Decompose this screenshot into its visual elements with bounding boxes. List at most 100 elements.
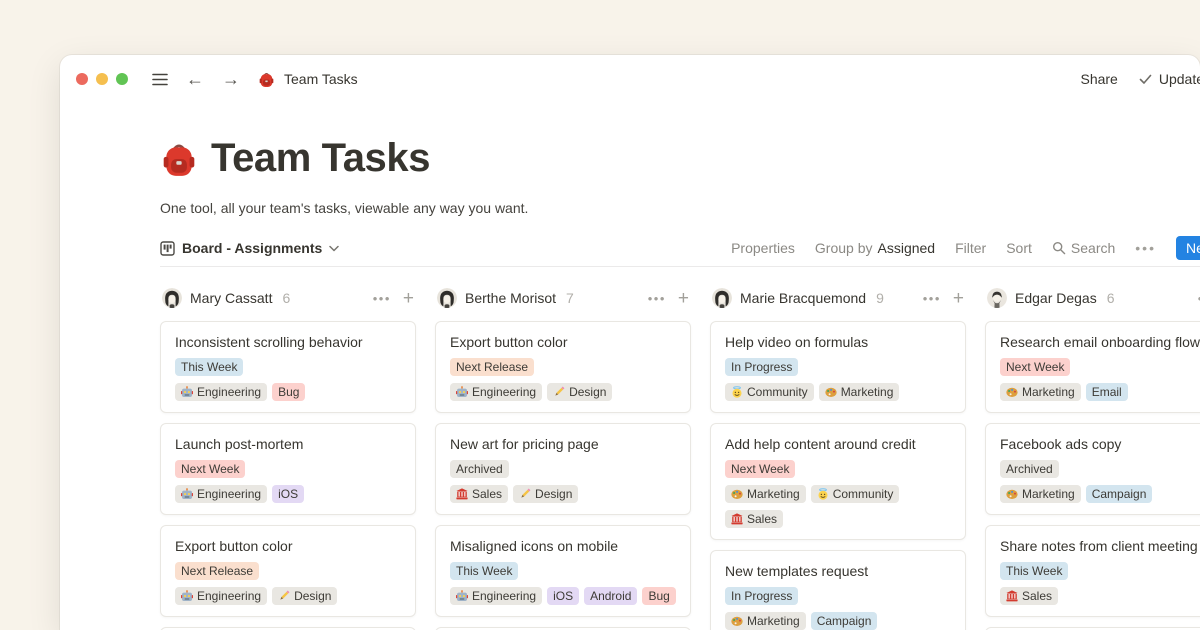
tag: Marketing: [1000, 485, 1081, 503]
tag: Bug: [642, 587, 675, 605]
group-by-button[interactable]: Group by Assigned: [815, 240, 935, 256]
palette-icon: [1006, 386, 1018, 398]
window-topbar: ← → Team Tasks Share Updates: [60, 55, 1200, 103]
forward-arrow-icon[interactable]: →: [222, 70, 240, 88]
board-view-icon: [160, 241, 175, 256]
pencil-icon: [553, 386, 565, 398]
tag-row: SalesDesign: [450, 485, 676, 503]
back-arrow-icon[interactable]: ←: [186, 70, 204, 88]
minimize-window-icon[interactable]: [96, 73, 108, 85]
kanban-card[interactable]: Inconsistent scrolling behaviorThis Week…: [160, 321, 416, 413]
tag-row: Marketing Community: [725, 485, 951, 503]
tag: Engineering: [175, 587, 267, 605]
page-heading: Team Tasks: [160, 136, 1200, 181]
kanban-card[interactable]: Export button colorNext ReleaseEngineeri…: [160, 525, 416, 617]
halo-face-icon: [817, 488, 829, 500]
tag-label: Marketing: [747, 486, 800, 502]
search-button[interactable]: Search: [1052, 240, 1115, 256]
search-icon: [1052, 241, 1066, 255]
tag: Community: [725, 383, 814, 401]
board-column: Marie Bracquemond9•••+Help video on form…: [710, 287, 966, 630]
tag-label: Archived: [456, 461, 503, 477]
close-window-icon[interactable]: [76, 73, 88, 85]
tag-label: This Week: [456, 563, 512, 579]
portrait-woman-icon: [437, 288, 457, 308]
column-count: 6: [282, 290, 290, 306]
tag-row: Archived: [1000, 460, 1200, 478]
palette-icon: [1006, 488, 1018, 500]
add-card-icon[interactable]: +: [403, 289, 414, 308]
portrait-woman-icon: [712, 288, 732, 308]
tag-label: Design: [294, 588, 331, 604]
kanban-card[interactable]: Facebook ads copyArchivedMarketingCampai…: [985, 423, 1200, 515]
tag: In Progress: [725, 358, 798, 376]
view-switcher[interactable]: Board - Assignments: [160, 240, 339, 256]
board-column: Berthe Morisot7•••+Export button colorNe…: [435, 287, 691, 630]
tag-label: This Week: [1006, 563, 1062, 579]
kanban-card[interactable]: Help video on formulasIn ProgressCommuni…: [710, 321, 966, 413]
column-count: 7: [566, 290, 574, 306]
kanban-card[interactable]: Research email onboarding flowsNext Week…: [985, 321, 1200, 413]
tag: Engineering: [450, 383, 542, 401]
tag-label: Next Week: [1006, 359, 1064, 375]
kanban-card[interactable]: Add help content around creditNext WeekM…: [710, 423, 966, 540]
pencil-icon: [278, 590, 290, 602]
updates-button[interactable]: Updates: [1138, 71, 1200, 87]
tag-label: Engineering: [472, 384, 536, 400]
tag: iOS: [547, 587, 579, 605]
tag-row: CommunityMarketing: [725, 383, 951, 401]
maximize-window-icon[interactable]: [116, 73, 128, 85]
share-button[interactable]: Share: [1080, 71, 1117, 87]
column-more-icon[interactable]: •••: [648, 291, 666, 306]
tag-label: Community: [747, 384, 808, 400]
tag: Marketing: [725, 485, 806, 503]
column-more-icon[interactable]: •••: [373, 291, 391, 306]
tag: This Week: [175, 358, 243, 376]
tag: Sales: [450, 485, 508, 503]
new-button[interactable]: New: [1176, 236, 1200, 260]
kanban-card[interactable]: Launch post-mortemNext WeekEngineeringiO…: [160, 423, 416, 515]
tag-row: Next Release: [175, 562, 401, 580]
kanban-card[interactable]: New art for pricing pageArchivedSalesDes…: [435, 423, 691, 515]
card-title: Launch post-mortem: [175, 435, 401, 453]
chevron-down-icon: [329, 245, 339, 252]
tag-label: Community: [833, 486, 894, 502]
tag: This Week: [1000, 562, 1068, 580]
sort-button[interactable]: Sort: [1006, 240, 1032, 256]
board-column-header: Mary Cassatt6•••+: [160, 287, 416, 309]
robot-icon: [456, 590, 468, 602]
avatar: [162, 288, 182, 308]
tag: Design: [547, 383, 612, 401]
traffic-lights: [76, 73, 128, 85]
add-card-icon[interactable]: +: [953, 289, 964, 308]
group-by-prefix: Group by: [815, 240, 873, 256]
filter-button[interactable]: Filter: [955, 240, 986, 256]
kanban-card[interactable]: Share notes from client meetingThis Week…: [985, 525, 1200, 617]
palette-icon: [825, 386, 837, 398]
tag-label: Marketing: [747, 613, 800, 629]
tag-row: EngineeringBug: [175, 383, 401, 401]
robot-icon: [181, 386, 193, 398]
add-card-icon[interactable]: +: [678, 289, 689, 308]
tag-label: Sales: [747, 511, 777, 527]
tag: Engineering: [175, 383, 267, 401]
tag-label: Next Week: [731, 461, 789, 477]
tag-label: Sales: [1022, 588, 1052, 604]
column-name: Marie Bracquemond: [740, 290, 866, 306]
card-title: Misaligned icons on mobile: [450, 537, 676, 555]
kanban-card[interactable]: Misaligned icons on mobileThis WeekEngin…: [435, 525, 691, 617]
properties-button[interactable]: Properties: [731, 240, 795, 256]
notion-window: ← → Team Tasks Share Updates Team Tasks …: [60, 55, 1200, 630]
tag-label: Next Release: [181, 563, 253, 579]
card-list: Export button colorNext ReleaseEngineeri…: [435, 321, 691, 630]
tag-row: Archived: [450, 460, 676, 478]
column-count: 6: [1107, 290, 1115, 306]
more-options-icon[interactable]: •••: [1135, 240, 1156, 256]
kanban-card[interactable]: New templates requestIn ProgressMarketin…: [710, 550, 966, 630]
tag-label: Next Release: [456, 359, 528, 375]
kanban-card[interactable]: Export button colorNext ReleaseEngineeri…: [435, 321, 691, 413]
board-column: Edgar Degas6•••+Research email onboardin…: [985, 287, 1200, 630]
column-more-icon[interactable]: •••: [923, 291, 941, 306]
view-toolbar: Board - Assignments Properties Group by …: [160, 239, 1200, 267]
hamburger-menu-icon[interactable]: [152, 73, 168, 86]
